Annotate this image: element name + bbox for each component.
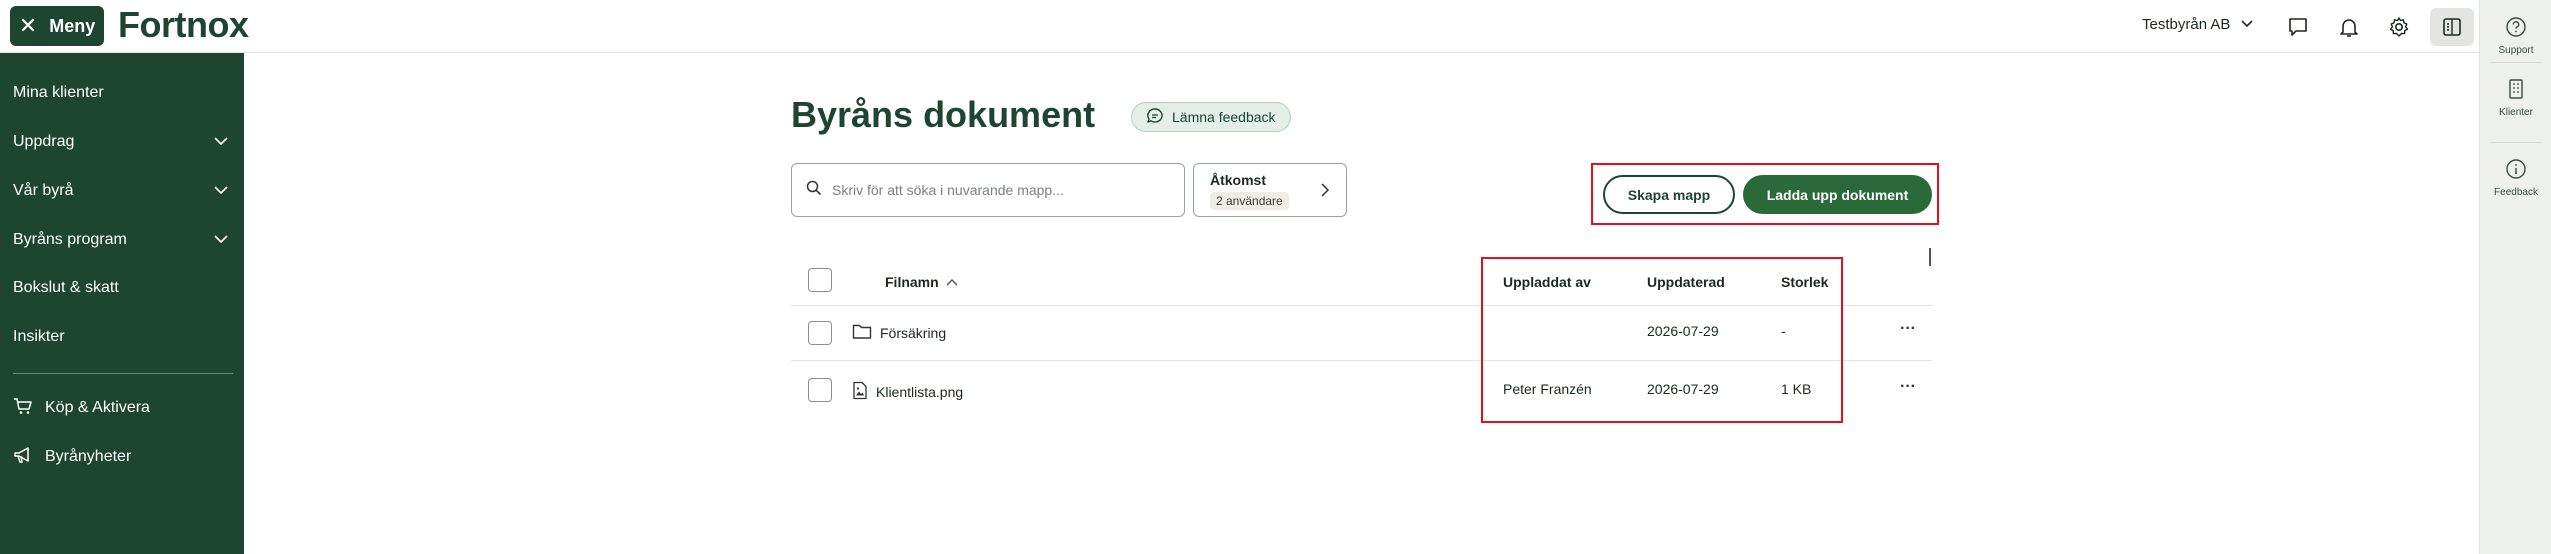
highlight-box-columns [1481, 257, 1843, 423]
scroll-indicator [1929, 248, 1931, 266]
sidebar-item-label: Mina klienter [13, 84, 104, 101]
table-row-filename[interactable]: Klientlista.png [852, 381, 963, 403]
info-icon [2505, 158, 2527, 183]
sidebar-item-label: Uppdrag [13, 133, 75, 150]
right-rail: Support Klienter Feedback [2479, 0, 2551, 554]
feedback-button[interactable]: Lämna feedback [1131, 102, 1291, 132]
select-all-checkbox[interactable] [808, 268, 832, 292]
sidebar: Mina klienter Uppdrag Vår byrå Byråns pr… [0, 53, 244, 554]
search-input[interactable] [832, 182, 1172, 198]
access-title: Åtkomst [1210, 172, 1267, 188]
bell-icon[interactable] [2329, 8, 2369, 46]
rail-item-klienter[interactable]: Klienter [2480, 78, 2551, 118]
sidebar-item-content: Byrånyheter [13, 446, 131, 469]
search-icon [806, 180, 822, 201]
sidebar-item-label: Byråns program [13, 231, 127, 248]
row-checkbox[interactable] [808, 378, 832, 402]
rail-item-label: Support [2498, 45, 2534, 56]
sidebar-item-label: Bokslut & skatt [13, 279, 119, 296]
cart-icon [13, 397, 33, 420]
create-folder-button[interactable]: Skapa mapp [1603, 175, 1735, 214]
app-root: ✕ Meny Fortnox Testbyrån AB Mina kliente… [0, 0, 2551, 554]
sidebar-item-mina-klienter[interactable]: Mina klienter [13, 79, 229, 107]
building-icon [2505, 78, 2527, 103]
sidebar-divider [13, 373, 233, 374]
company-name: Testbyrån AB [2142, 16, 2231, 33]
megaphone-icon [13, 446, 33, 469]
sidebar-item-content: Köp & Aktivera [13, 397, 150, 420]
sidebar-item-label: Insikter [13, 328, 65, 345]
sidebar-item-label: Köp & Aktivera [45, 399, 150, 416]
chevron-down-icon [213, 182, 229, 200]
feedback-button-label: Lämna feedback [1172, 109, 1276, 125]
sort-ascending-icon [945, 274, 959, 290]
company-selector[interactable]: Testbyrån AB [2142, 16, 2254, 33]
chevron-down-icon [213, 133, 229, 151]
chevron-down-icon [213, 231, 229, 249]
rail-item-label: Feedback [2494, 187, 2538, 198]
access-button[interactable]: Åtkomst 2 användare [1193, 163, 1347, 217]
sidebar-item-kop-aktivera[interactable]: Köp & Aktivera [13, 394, 229, 422]
sidebar-item-bokslut-skatt[interactable]: Bokslut & skatt [13, 274, 229, 302]
rail-item-feedback[interactable]: Feedback [2480, 158, 2551, 198]
sidebar-item-byrans-program[interactable]: Byråns program [13, 226, 229, 254]
rail-item-support[interactable]: Support [2480, 16, 2551, 56]
gear-icon[interactable] [2379, 8, 2419, 46]
column-header-filename[interactable]: Filnamn [885, 274, 959, 290]
close-icon: ✕ [18, 13, 38, 38]
access-users-badge: 2 användare [1210, 192, 1289, 210]
sidebar-item-uppdrag[interactable]: Uppdrag [13, 128, 229, 156]
top-bar: ✕ Meny Fortnox Testbyrån AB [0, 0, 2479, 53]
fortnox-logo[interactable]: Fortnox [118, 4, 249, 46]
rail-divider [2490, 142, 2542, 143]
menu-button[interactable]: ✕ Meny [10, 6, 104, 46]
chevron-right-icon [1320, 182, 1330, 203]
upload-document-button[interactable]: Ladda upp dokument [1743, 175, 1932, 214]
menu-button-label: Meny [49, 15, 96, 36]
panel-icon[interactable] [2430, 8, 2474, 46]
folder-icon [852, 323, 872, 343]
sidebar-item-label: Byrånyheter [45, 448, 132, 465]
image-file-icon [852, 381, 868, 403]
sidebar-item-insikter[interactable]: Insikter [13, 323, 229, 351]
chat-bubble-icon [1146, 107, 1164, 128]
page-title: Byråns dokument [791, 94, 1096, 135]
search-field[interactable] [791, 163, 1185, 217]
sidebar-item-byranyheter[interactable]: Byrånyheter [13, 443, 229, 471]
rail-item-label: Klienter [2499, 107, 2533, 118]
row-menu-button[interactable]: ··· [1900, 320, 1916, 338]
row-menu-button[interactable]: ··· [1900, 378, 1916, 396]
sidebar-item-var-byra[interactable]: Vår byrå [13, 177, 229, 205]
rail-divider [2490, 62, 2542, 63]
question-icon [2505, 16, 2527, 41]
chevron-down-icon [2240, 16, 2254, 33]
column-header-label: Filnamn [885, 274, 939, 290]
sidebar-item-label: Vår byrå [13, 182, 74, 199]
row-checkbox[interactable] [808, 321, 832, 345]
file-name: Klientlista.png [876, 384, 964, 400]
table-row-filename[interactable]: Försäkring [852, 323, 946, 343]
chat-icon[interactable] [2278, 8, 2318, 46]
file-name: Försäkring [880, 325, 947, 341]
